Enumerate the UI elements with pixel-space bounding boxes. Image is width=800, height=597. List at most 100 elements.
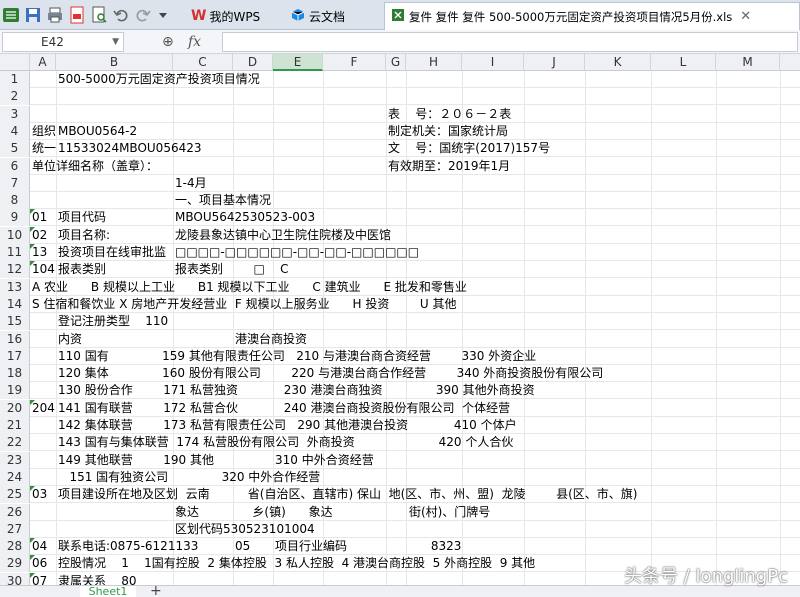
row-header[interactable]: 3 (0, 105, 30, 123)
row-header[interactable]: 14 (0, 295, 30, 313)
column-header-d[interactable]: D (233, 54, 273, 71)
row-header[interactable]: 20 (0, 399, 30, 417)
row-header[interactable]: 24 (0, 468, 30, 486)
row-header[interactable]: 7 (0, 174, 30, 192)
print-icon[interactable] (46, 6, 64, 24)
name-box[interactable]: E42 ▼ (2, 32, 124, 52)
tab-active-document[interactable]: 复件 复件 复件 500-5000万元固定资产投资项目情况5月份.xls ✕ (384, 2, 800, 30)
row-header[interactable]: 10 (0, 226, 30, 244)
sheet-tab[interactable]: Sheet1 (80, 586, 136, 597)
cell-b19[interactable]: 130 股份合作 171 私营独资 230 港澳台商独资 390 其他外商投资 (58, 382, 535, 399)
column-header-h[interactable]: H (406, 54, 462, 71)
cell-b9[interactable]: 项目代码 (58, 209, 106, 226)
cell-b10[interactable]: 项目名称: (58, 227, 110, 244)
row-header[interactable]: 23 (0, 451, 30, 469)
cell-b29[interactable]: 控股情况 1 1国有控股 2 集体控股 3 私人控股 4 港澳台商控股 5 外商… (58, 555, 535, 572)
tab-cloud-docs[interactable]: 云文档 (285, 2, 351, 30)
column-header-k[interactable]: K (585, 54, 651, 71)
cell-b23[interactable]: 149 其他联营 190 其他 310 中外合资经营 (58, 452, 374, 469)
cell-a14[interactable]: S 住宿和餐饮业 X 房地产开发经营业 F 规模以上服务业 H 投资 U 其他 (32, 296, 456, 313)
cell-g6[interactable]: 有效期至：2019年1月 (388, 158, 510, 175)
row-header[interactable]: 22 (0, 434, 30, 452)
cell-grid[interactable]: 1 500-5000万元固定资产投资项目情况 2 3 表 号：２０６－２表 4 组织 MBOU… (0, 71, 800, 597)
cell-a5[interactable]: 统一 (32, 140, 56, 157)
formula-input[interactable] (222, 32, 798, 52)
cell-b16[interactable]: 内资 (58, 331, 82, 348)
cell-c7[interactable]: 1-4月 (175, 175, 207, 192)
row-header[interactable]: 13 (0, 278, 30, 296)
customize-dropdown-icon[interactable] (156, 6, 170, 24)
column-header-a[interactable]: A (30, 54, 56, 71)
row-header[interactable]: 27 (0, 520, 30, 538)
row-header[interactable]: 26 (0, 503, 30, 521)
cell-b17[interactable]: 110 国有 159 其他有限责任公司 210 与港澳台商合资经营 330 外资… (58, 348, 536, 365)
row-header[interactable]: 1 (0, 71, 30, 88)
export-pdf-icon[interactable] (68, 6, 86, 24)
cell-c9[interactable]: MBOU5642530523-003 (175, 209, 315, 226)
cell-g5[interactable]: 文 号：国统字(2017)157号 (388, 140, 550, 157)
cell-b11[interactable]: 投资项目在线审批监 (58, 244, 166, 261)
cell-b5[interactable]: 11533024MBOU056423 (58, 140, 202, 157)
undo-icon[interactable] (112, 6, 130, 24)
row-header[interactable]: 16 (0, 330, 30, 348)
cell-b15[interactable]: 登记注册类型 110 (58, 313, 168, 330)
print-preview-icon[interactable] (90, 6, 108, 24)
cell-a13[interactable]: A 农业 B 规模以上工业 B1 规模以下工业 C 建筑业 E 批发和零售业 (32, 279, 467, 296)
row-header[interactable]: 18 (0, 365, 30, 383)
cell-b22[interactable]: 143 国有与集体联营 174 私营股份有限公司 外商投资 420 个人合伙 (58, 434, 513, 451)
column-header-b[interactable]: B (56, 54, 173, 71)
row-header[interactable]: 21 (0, 417, 30, 434)
tab-my-wps[interactable]: W 我的WPS (185, 2, 266, 30)
zoom-icon[interactable]: ⊕ (162, 32, 174, 52)
chevron-down-icon[interactable]: ▼ (112, 33, 119, 51)
cell-c12[interactable]: 报表类别 □ C (175, 261, 289, 278)
cell-c10[interactable]: 龙陵县象达镇中心卫生院住院楼及中医馆 (175, 227, 391, 244)
row-header[interactable]: 5 (0, 140, 30, 158)
cell-g3[interactable]: 表 号：２０６－２表 (388, 106, 511, 123)
cell-c8[interactable]: 一、项目基本情况 (175, 192, 271, 209)
column-header-e[interactable]: E (273, 54, 323, 71)
cell-g4[interactable]: 制定机关：国家统计局 (388, 123, 508, 140)
row-header[interactable]: 6 (0, 157, 30, 175)
cell-a4[interactable]: 组织 (32, 123, 56, 140)
column-header-f[interactable]: F (323, 54, 386, 71)
cell-b25[interactable]: 项目建设所在地及区划 云南 省(自治区、直辖市) 保山 地(区、市、州、盟) 龙… (58, 486, 637, 503)
column-header-g[interactable]: G (386, 54, 406, 71)
column-header-m[interactable]: M (716, 54, 780, 71)
cell-b4[interactable]: MBOU0564-2 (58, 123, 137, 140)
row-header[interactable]: 28 (0, 538, 30, 556)
row-header[interactable]: 29 (0, 555, 30, 573)
select-all-corner[interactable] (0, 54, 30, 71)
cell-b1[interactable]: 500-5000万元固定资产投资项目情况 (58, 71, 260, 88)
cell-a6[interactable]: 单位详细名称（盖章）： (32, 158, 158, 175)
cell-e28[interactable]: 项目行业编码 (275, 538, 347, 555)
cell-b21[interactable]: 142 集体联营 173 私营有限责任公司 290 其他港澳台投资 410 个体… (58, 417, 517, 434)
row-header[interactable]: 2 (0, 88, 30, 106)
row-header[interactable]: 15 (0, 313, 30, 331)
save-icon[interactable] (24, 6, 42, 24)
column-header-c[interactable]: C (173, 54, 233, 71)
cell-b12[interactable]: 报表类别 (58, 261, 106, 278)
cell-a20[interactable]: 204 (32, 400, 55, 417)
row-header[interactable]: 25 (0, 486, 30, 504)
cell-d28[interactable]: 05 (235, 538, 250, 555)
row-header[interactable]: 19 (0, 382, 30, 400)
column-header-l[interactable]: L (651, 54, 716, 71)
cell-c11[interactable]: □□□□-□□□□□□-□□-□□-□□□□□□ (175, 244, 419, 261)
cell-b20[interactable]: 141 国有联营 172 私营合伙 240 港澳台商投资股份有限公司 个体经营 (58, 400, 510, 417)
cell-c26[interactable]: 象达 乡(镇) 象达 街(村)、门牌号 (175, 504, 490, 521)
app-menu-icon[interactable] (2, 6, 20, 24)
cell-d16[interactable]: 港澳台商投资 (235, 331, 307, 348)
redo-icon[interactable] (134, 6, 152, 24)
row-header[interactable]: 12 (0, 261, 30, 279)
cell-b24[interactable]: 151 国有独资公司 320 中外合作经营 (58, 469, 320, 486)
row-header[interactable]: 8 (0, 192, 30, 210)
row-header[interactable]: 11 (0, 244, 30, 261)
row-header[interactable]: 9 (0, 209, 30, 227)
row-header[interactable]: 17 (0, 347, 30, 365)
cell-c27[interactable]: 区划代码530523101004 (175, 521, 315, 538)
column-header-i[interactable]: I (462, 54, 524, 71)
close-tab-icon[interactable]: ✕ (740, 9, 751, 24)
cell-b28[interactable]: 联系电话:0875-6121133 (58, 538, 198, 555)
column-header-j[interactable]: J (524, 54, 585, 71)
